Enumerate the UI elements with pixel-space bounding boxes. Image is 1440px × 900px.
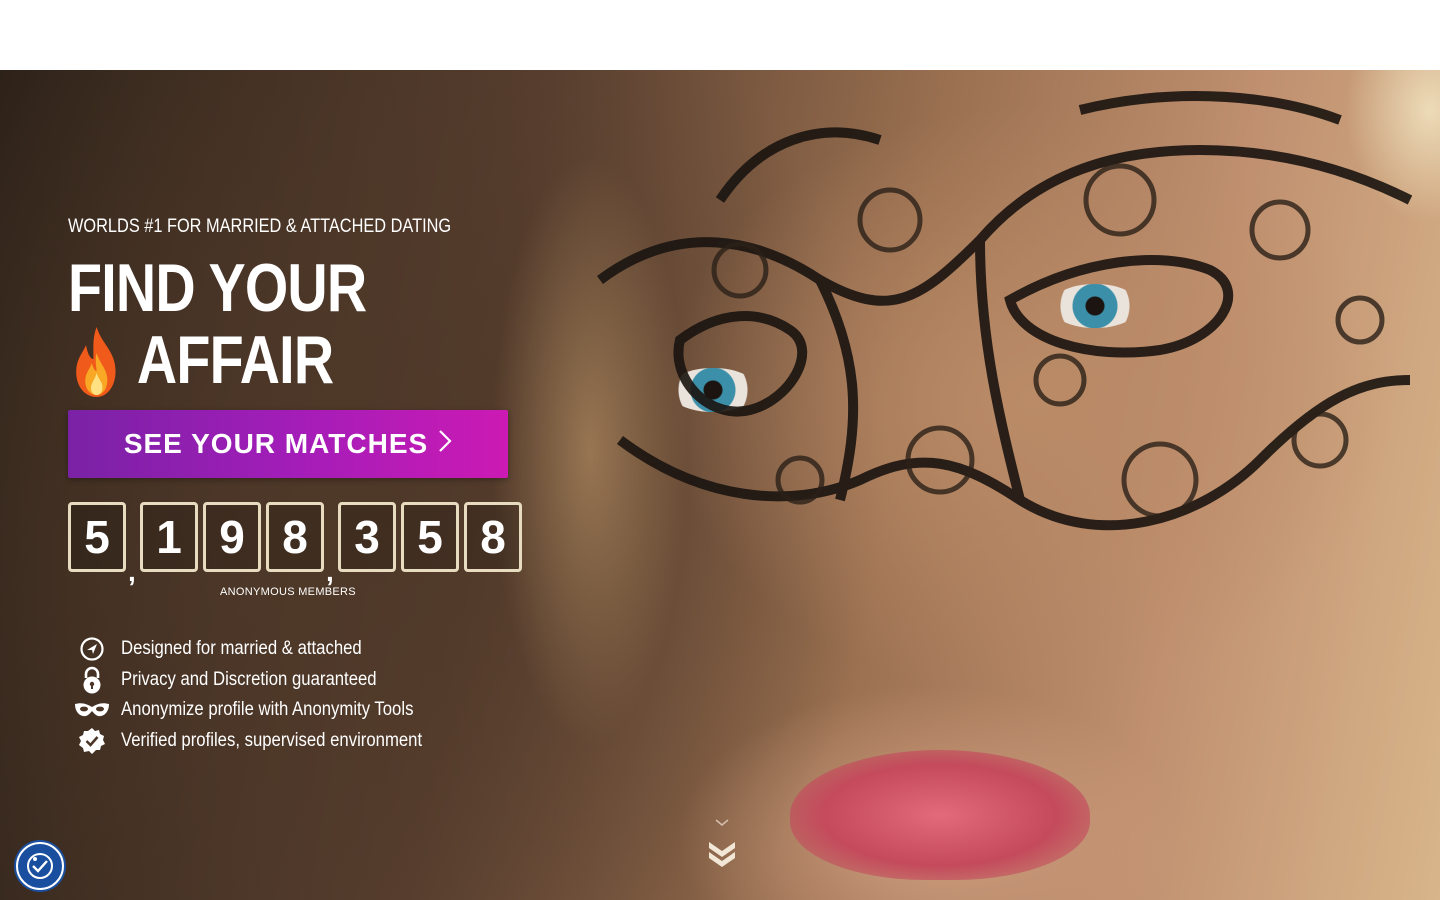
counter-digit: 8	[266, 502, 324, 572]
scroll-down-button[interactable]	[700, 816, 744, 876]
anonymous-members-label: ANONYMOUS MEMBERS	[220, 586, 356, 598]
feature-text: Designed for married & attached	[121, 638, 362, 660]
hero-headline: FIND YOUR AFFAIR	[68, 250, 367, 398]
headline-line-1: FIND YOUR	[68, 250, 367, 326]
fire-emoji-icon	[68, 325, 125, 397]
navigation-arrow-icon	[74, 635, 110, 663]
feature-item: Designed for married & attached	[74, 634, 463, 665]
counter-digit: 9	[203, 502, 261, 572]
counter-separator: ,	[326, 556, 334, 587]
feature-item: Verified profiles, supervised environmen…	[74, 726, 463, 757]
see-your-matches-button[interactable]: SEE YOUR MATCHES	[68, 410, 508, 478]
feature-item: Anonymize profile with Anonymity Tools	[74, 695, 463, 726]
headline-line-2-row: AFFAIR	[68, 322, 366, 398]
headline-line-2: AFFAIR	[136, 322, 334, 398]
counter-digit: 5	[68, 502, 126, 572]
padlock-icon	[74, 666, 110, 694]
feature-text: Verified profiles, supervised environmen…	[121, 729, 423, 751]
accessibility-check-icon	[27, 853, 53, 879]
accessibility-widget-button[interactable]	[16, 842, 64, 890]
feature-list: Designed for married & attached Privacy …	[74, 634, 463, 756]
counter-digit: 8	[464, 502, 522, 572]
member-counter: 5 , 1 9 8 , 3 5 8	[68, 502, 527, 586]
feature-text: Privacy and Discretion guaranteed	[121, 668, 377, 690]
counter-digit: 3	[338, 502, 396, 572]
hero-kicker: WORLDS #1 FOR MARRIED & ATTACHED DATING	[68, 216, 452, 237]
feature-item: Privacy and Discretion guaranteed	[74, 665, 463, 696]
feature-text: Anonymize profile with Anonymity Tools	[121, 699, 414, 721]
chevron-right-icon	[438, 428, 452, 460]
hero-section	[0, 70, 1440, 900]
counter-digit: 1	[140, 502, 198, 572]
counter-separator: ,	[128, 556, 136, 587]
see-your-matches-label: SEE YOUR MATCHES	[123, 428, 429, 459]
counter-digit: 5	[401, 502, 459, 572]
hero-photo-lace-mask	[597, 91, 1413, 531]
verified-badge-icon	[74, 727, 110, 755]
masquerade-mask-icon	[74, 696, 110, 724]
top-header-bar	[0, 0, 1440, 70]
hero-photo-lips	[790, 750, 1090, 880]
double-chevron-down-icon	[709, 819, 735, 867]
